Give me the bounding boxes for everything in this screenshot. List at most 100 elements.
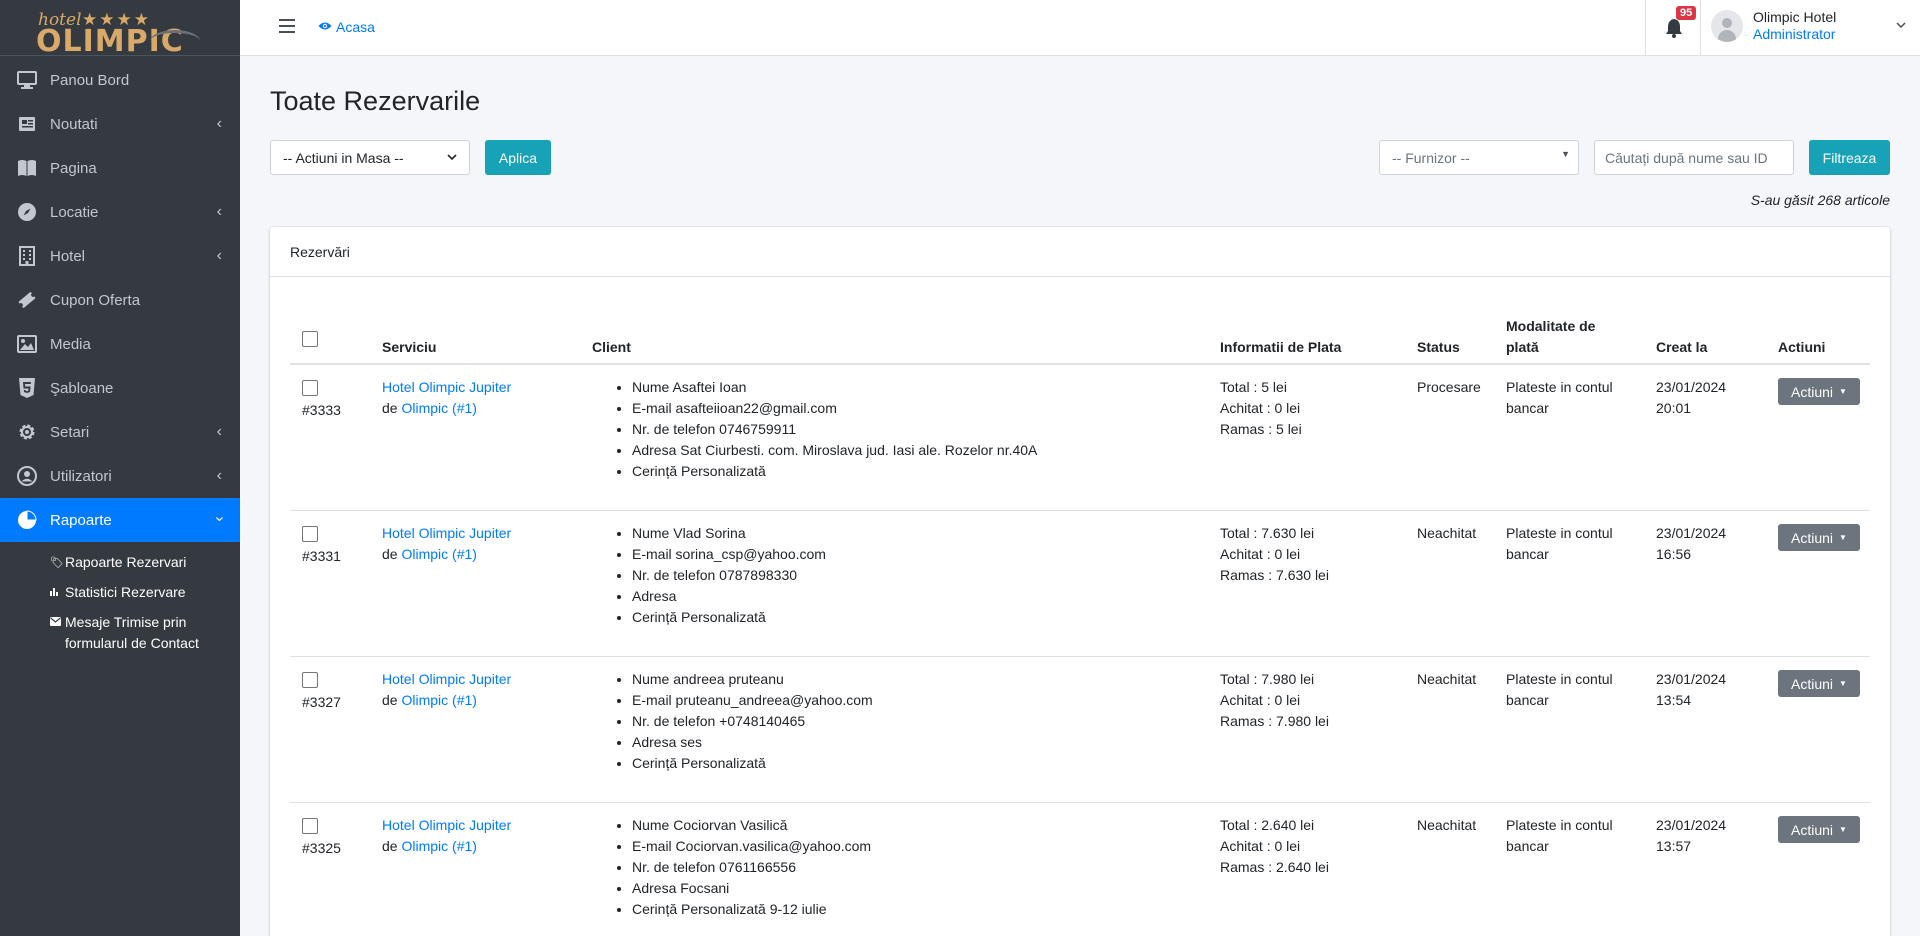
payment-info-cell: Total : 5 lei Achitat : 0 lei Ramas : 5 … <box>1220 377 1302 440</box>
supplier-link[interactable]: Olimpic (#1) <box>401 838 476 854</box>
client-cell: Nume Vlad Sorina E-mail sorina_csp@yahoo… <box>612 523 826 628</box>
subnav-item-label: Mesaje Trimise prin formularul de Contac… <box>65 614 199 651</box>
payment-paid: Achitat : 0 lei <box>1220 838 1301 854</box>
payment-total: Total : 7.630 lei <box>1220 525 1315 541</box>
table-row: #3331 Hotel Olimpic Jupiter de Olimpic (… <box>290 511 1870 657</box>
payment-total: Total : 7.980 lei <box>1220 671 1315 687</box>
service-link[interactable]: Hotel Olimpic Jupiter <box>382 379 511 395</box>
avatar <box>1711 10 1743 42</box>
client-details-list: Nume Cociorvan Vasilică E-mail Cociorvan… <box>612 815 871 920</box>
sidebar-item-locatie[interactable]: Locatie ‹ <box>0 190 240 234</box>
home-link[interactable]: Acasa <box>318 19 375 35</box>
sidebar-item-label: Hotel <box>50 247 86 265</box>
client-cell: Nume andreea pruteanu E-mail pruteanu_an… <box>612 669 873 774</box>
supplier-link[interactable]: Olimpic (#1) <box>401 692 476 708</box>
sidebar-item-label: Noutati <box>50 115 98 133</box>
users-icon <box>16 465 38 487</box>
bar-chart-icon <box>50 582 65 604</box>
sidebar-item-hotel[interactable]: Hotel ‹ <box>0 234 240 278</box>
client-phone: Nr. de telefon 0761166556 <box>632 857 871 878</box>
status-cell: Neachitat <box>1417 525 1477 541</box>
client-name: Nume andreea pruteanu <box>632 669 873 690</box>
filter-button[interactable]: Filtreaza <box>1809 140 1890 175</box>
row-checkbox[interactable] <box>302 818 318 834</box>
sidebar-item-noutati[interactable]: Noutati ‹ <box>0 102 240 146</box>
sidebar-item-panou-bord[interactable]: Panou Bord <box>0 58 240 102</box>
subnav-item-statistici-rezervare[interactable]: Statistici Rezervare <box>0 578 240 608</box>
row-actions-button[interactable]: Actiuni ▼ <box>1778 378 1860 405</box>
client-cell: Nume Asaftei Ioan E-mail asafteiioan22@g… <box>612 377 1037 482</box>
client-custom-request: Cerință Personalizată 9-12 iulie <box>632 899 871 920</box>
apply-button[interactable]: Aplica <box>485 140 551 175</box>
sidebar-item-label: Setari <box>50 423 90 441</box>
supplier-select[interactable]: -- Furnizor -- ▼ <box>1379 140 1579 175</box>
image-icon <box>16 333 38 355</box>
service-link[interactable]: Hotel Olimpic Jupiter <box>382 525 511 541</box>
sidebar-item-label: Cupon Oferta <box>50 291 141 309</box>
booking-id: #3327 <box>302 694 341 710</box>
client-details-list: Nume Vlad Sorina E-mail sorina_csp@yahoo… <box>612 523 826 628</box>
user-name: Olimpic Hotel <box>1753 9 1837 25</box>
user-menu[interactable]: Olimpic Hotel Administrator <box>1711 0 1920 56</box>
client-details-list: Nume andreea pruteanu E-mail pruteanu_an… <box>612 669 873 774</box>
service-link[interactable]: Hotel Olimpic Jupiter <box>382 671 511 687</box>
created-date: 23/01/2024 <box>1656 671 1727 687</box>
row-actions-button[interactable]: Actiuni ▼ <box>1778 524 1860 551</box>
page-title: Toate Rezervarile <box>270 86 481 116</box>
client-custom-request: Cerință Personalizată <box>632 753 873 774</box>
row-checkbox[interactable] <box>302 380 318 396</box>
row-actions-button[interactable]: Actiuni ▼ <box>1778 670 1860 697</box>
client-email: E-mail Cociorvan.vasilica@yahoo.com <box>632 836 871 857</box>
supplier-link[interactable]: Olimpic (#1) <box>401 400 476 416</box>
client-email: E-mail asafteiioan22@gmail.com <box>632 398 1037 419</box>
row-actions-button[interactable]: Actiuni ▼ <box>1778 816 1860 843</box>
booking-id: #3331 <box>302 548 341 564</box>
notifications-badge: 95 <box>1676 6 1697 20</box>
sidebar-item-rapoarte[interactable]: Rapoarte ‹ <box>0 498 240 542</box>
payment-info-cell: Total : 7.980 lei Achitat : 0 lei Ramas … <box>1220 669 1329 732</box>
client-phone: Nr. de telefon 0746759911 <box>632 419 1037 440</box>
bulk-actions-selected: -- Actiuni in Masa -- <box>283 149 404 166</box>
subnav-item-rapoarte-rezervari[interactable]: 🏷 Rapoarte Rezervari <box>0 548 240 578</box>
menu-toggle-icon[interactable] <box>279 19 295 37</box>
user-role: Administrator <box>1753 26 1836 42</box>
chevron-down-icon <box>1896 17 1906 31</box>
row-actions-label: Actiuni <box>1791 675 1834 692</box>
column-header-client: Client <box>592 339 631 355</box>
sidebar-item-sabloane[interactable]: Şabloane <box>0 366 240 410</box>
payment-method-line-2: bancar <box>1506 838 1549 854</box>
sidebar-item-media[interactable]: Media <box>0 322 240 366</box>
client-custom-request: Cerință Personalizată <box>632 461 1037 482</box>
client-cell: Nume Cociorvan Vasilică E-mail Cociorvan… <box>612 815 871 920</box>
payment-method-cell: Plateste in contul bancar <box>1506 523 1613 565</box>
sidebar-item-setari[interactable]: Setari ‹ <box>0 410 240 454</box>
service-link[interactable]: Hotel Olimpic Jupiter <box>382 817 511 833</box>
sidebar-item-pagina[interactable]: Pagina <box>0 146 240 190</box>
search-input[interactable]: Căutați după nume sau ID <box>1594 140 1794 175</box>
status-cell: Neachitat <box>1417 671 1477 687</box>
bulk-actions-select[interactable]: -- Actiuni in Masa -- <box>270 140 470 175</box>
row-actions-label: Actiuni <box>1791 821 1834 838</box>
payment-method-line-1: Plateste in contul <box>1506 379 1613 395</box>
payment-remaining: Ramas : 2.640 lei <box>1220 859 1329 875</box>
client-name: Nume Asaftei Ioan <box>632 377 1037 398</box>
row-checkbox[interactable] <box>302 526 318 542</box>
brand-logo[interactable]: hotel ★★★★ OLIMPIC <box>0 0 240 59</box>
payment-total: Total : 5 lei <box>1220 379 1287 395</box>
select-all-checkbox[interactable] <box>302 331 318 347</box>
row-checkbox[interactable] <box>302 672 318 688</box>
subnav-item-mesaje-contact[interactable]: Mesaje Trimise prin formularul de Contac… <box>0 608 240 658</box>
notifications-button[interactable]: 95 <box>1645 0 1701 56</box>
supplier-link[interactable]: Olimpic (#1) <box>401 546 476 562</box>
table-row: #3333 Hotel Olimpic Jupiter de Olimpic (… <box>290 365 1870 511</box>
sidebar-item-utilizatori[interactable]: Utilizatori ‹ <box>0 454 240 498</box>
newspaper-icon <box>16 113 38 135</box>
sidebar-item-label: Şabloane <box>50 379 114 397</box>
envelope-icon <box>50 612 65 654</box>
column-header-payment-method: Modalitate de plată <box>1506 316 1595 358</box>
by-label: de <box>382 692 398 708</box>
table-header: Serviciu Client Informatii de Plata Stat… <box>290 307 1870 365</box>
sidebar-item-cupon-oferta[interactable]: Cupon Oferta <box>0 278 240 322</box>
client-email: E-mail pruteanu_andreea@yahoo.com <box>632 690 873 711</box>
service-cell: Hotel Olimpic Jupiter de Olimpic (#1) <box>382 815 511 857</box>
